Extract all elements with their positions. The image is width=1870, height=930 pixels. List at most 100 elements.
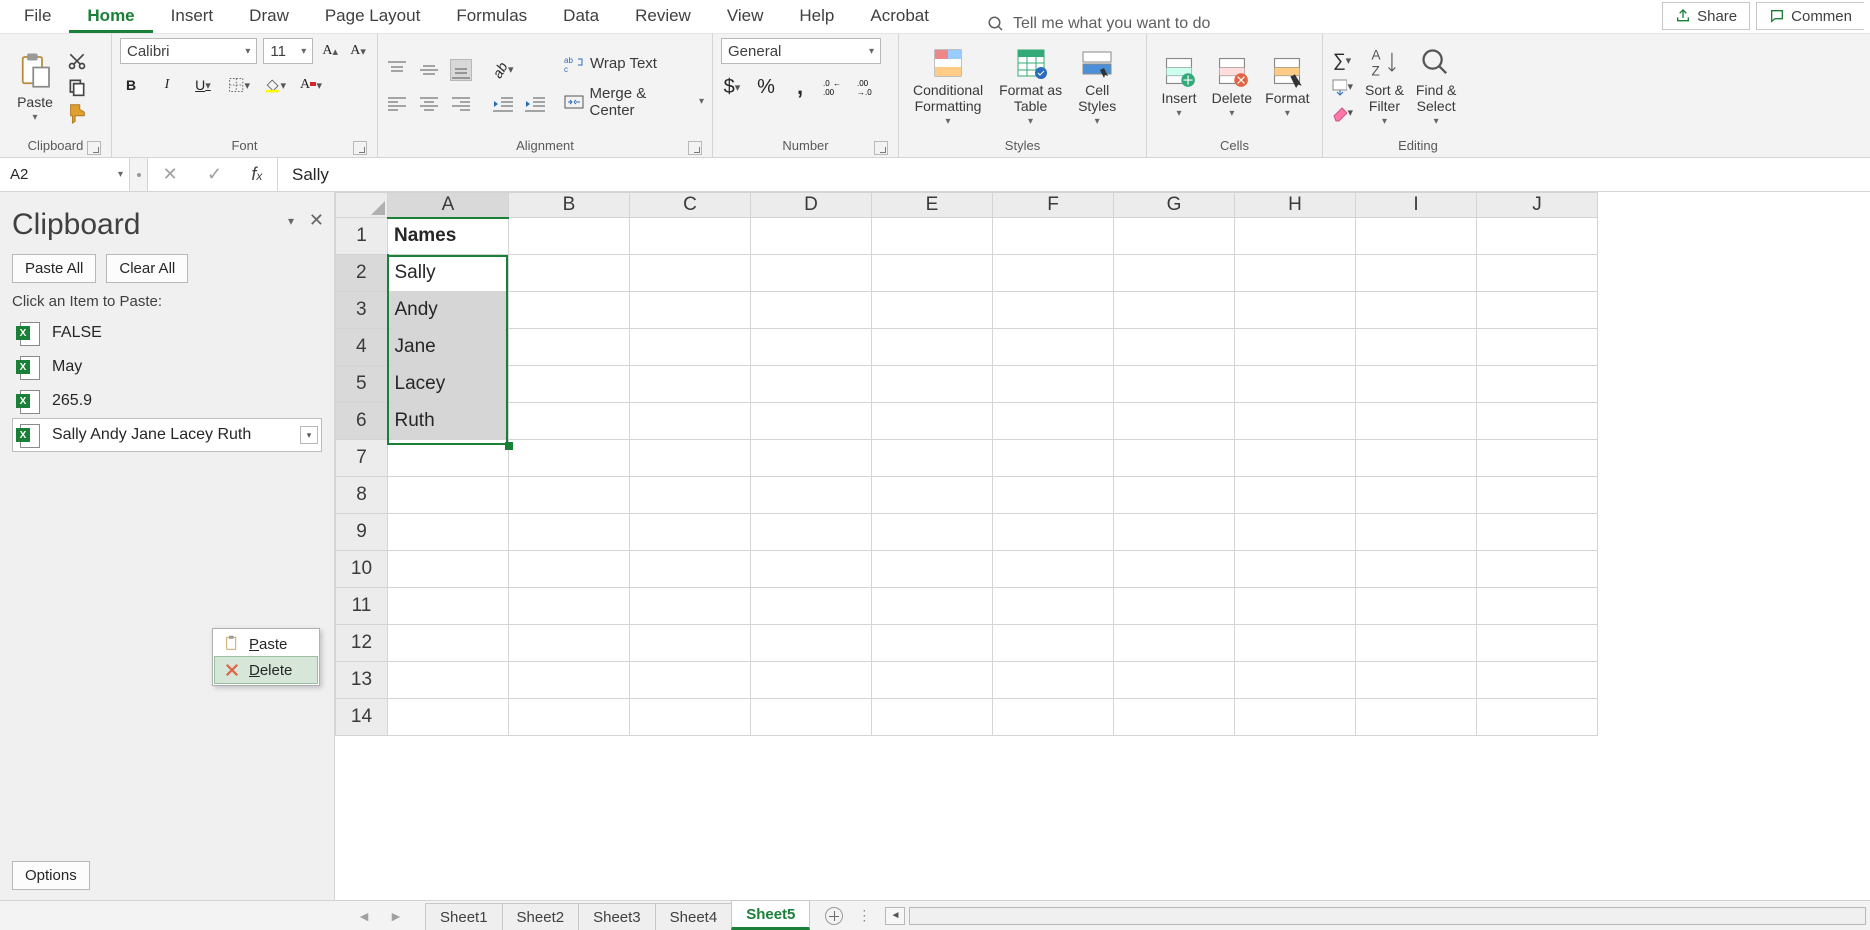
align-center-button[interactable] [418,93,440,115]
cell-styles-button[interactable]: Cell Styles▾ [1072,44,1122,129]
row-header[interactable]: 13 [336,662,388,699]
cell[interactable] [509,255,630,292]
scroll-left-button[interactable]: ◄ [885,907,905,925]
cell[interactable] [872,255,993,292]
clear-button[interactable]: ▾ [1331,102,1353,124]
cell[interactable] [509,366,630,403]
cell[interactable] [872,366,993,403]
cell[interactable] [1356,514,1477,551]
pane-close-button[interactable]: ✕ [309,210,324,231]
chevron-down-icon[interactable]: ▾ [300,426,318,444]
borders-button[interactable]: ▾ [228,74,250,96]
cell[interactable] [1356,477,1477,514]
cell[interactable] [1356,329,1477,366]
column-header[interactable]: A [388,193,509,218]
increase-indent-button[interactable] [524,93,546,115]
cell[interactable] [872,514,993,551]
cell[interactable] [630,699,751,736]
cell[interactable] [388,514,509,551]
cell[interactable] [1356,662,1477,699]
cell[interactable] [509,292,630,329]
cell[interactable] [872,662,993,699]
cell[interactable] [1235,403,1356,440]
italic-button[interactable]: I [156,74,178,96]
find-select-button[interactable]: Find & Select▾ [1410,44,1462,129]
percent-button[interactable]: % [755,76,777,98]
sheet-tab[interactable]: Sheet4 [655,903,733,930]
cell[interactable] [630,329,751,366]
cell[interactable] [1114,588,1235,625]
sheet-tab[interactable]: Sheet5 [731,900,810,930]
cell[interactable] [1356,551,1477,588]
ctx-paste[interactable]: Paste [215,631,317,657]
decrease-font-button[interactable]: A▾ [347,40,369,62]
wrap-text-button[interactable]: abcWrap Text [564,55,704,73]
tab-view[interactable]: View [709,0,782,33]
cell[interactable] [388,440,509,477]
cell[interactable] [1477,477,1598,514]
cell[interactable] [1235,699,1356,736]
cell[interactable] [872,477,993,514]
cell[interactable] [1356,588,1477,625]
cell[interactable] [509,588,630,625]
column-header[interactable]: B [509,193,630,218]
column-header[interactable]: C [630,193,751,218]
column-header[interactable]: E [872,193,993,218]
cell[interactable] [993,329,1114,366]
dialog-launcher-icon[interactable] [688,141,702,155]
dialog-launcher-icon[interactable] [87,141,101,155]
row-header[interactable]: 10 [336,551,388,588]
cell[interactable] [630,662,751,699]
decrease-indent-button[interactable] [492,93,514,115]
cell[interactable] [993,403,1114,440]
cell[interactable] [1235,366,1356,403]
cell[interactable] [630,218,751,255]
cell[interactable] [1477,440,1598,477]
row-header[interactable]: 6 [336,403,388,440]
tab-draw[interactable]: Draw [231,0,307,33]
horizontal-scrollbar[interactable] [909,907,1866,925]
cell[interactable] [1356,440,1477,477]
cell[interactable] [1356,699,1477,736]
cell[interactable] [388,477,509,514]
cell[interactable] [872,625,993,662]
cell[interactable] [872,218,993,255]
increase-font-button[interactable]: A▴ [319,40,341,62]
cell[interactable] [1235,514,1356,551]
insert-button[interactable]: Insert▾ [1155,52,1203,121]
sheet-tab[interactable]: Sheet2 [502,903,580,930]
tab-file[interactable]: File [6,0,69,33]
cell[interactable] [509,662,630,699]
cell[interactable] [630,588,751,625]
cell[interactable] [1235,588,1356,625]
bold-button[interactable]: B [120,74,142,96]
cell[interactable] [993,699,1114,736]
cell[interactable] [993,662,1114,699]
row-header[interactable]: 2 [336,255,388,292]
tab-data[interactable]: Data [545,0,617,33]
row-header[interactable]: 12 [336,625,388,662]
cell[interactable]: Ruth [388,403,509,440]
cell[interactable] [1114,329,1235,366]
cell[interactable] [1114,514,1235,551]
cell[interactable] [751,477,872,514]
number-format-select[interactable]: General▾ [721,38,881,64]
cell[interactable] [509,329,630,366]
cell[interactable] [388,625,509,662]
cell[interactable] [630,440,751,477]
align-left-button[interactable] [386,93,408,115]
cell[interactable] [1235,662,1356,699]
column-header[interactable]: I [1356,193,1477,218]
enter-formula-button[interactable]: ✓ [207,164,222,185]
cell[interactable] [509,477,630,514]
cell[interactable] [751,440,872,477]
cell[interactable] [872,699,993,736]
sheet-tab[interactable]: Sheet3 [578,903,656,930]
cell[interactable] [1477,514,1598,551]
sheet-more-button[interactable]: ⋮ [847,907,881,924]
cell[interactable] [751,662,872,699]
comment-button[interactable]: Commen [1756,2,1864,30]
cell[interactable] [1477,366,1598,403]
cell[interactable] [509,403,630,440]
cell[interactable]: Sally [388,255,509,292]
